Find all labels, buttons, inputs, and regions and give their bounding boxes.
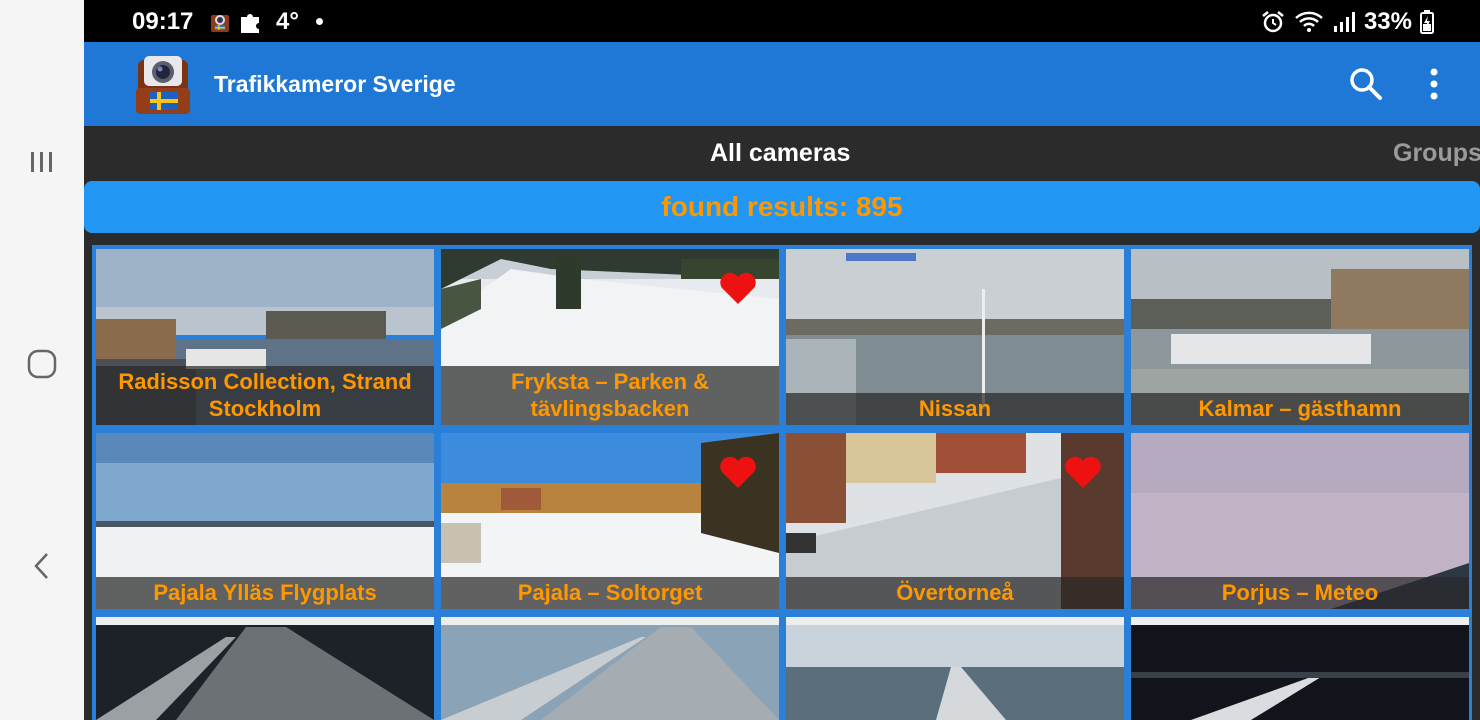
camera-tile[interactable]: Pajala Ylläs Flygplats [96, 433, 434, 609]
favorite-heart-icon[interactable] [719, 455, 757, 489]
wifi-icon [1295, 11, 1323, 32]
system-navigation-bar [0, 0, 84, 720]
camera-thumbnail [441, 617, 779, 720]
camera-tile[interactable]: Nissan [786, 249, 1124, 425]
puzzle-icon [241, 14, 259, 33]
camera-name: Kalmar – gästhamn [1131, 393, 1469, 425]
camera-name: Pajala – Soltorget [441, 577, 779, 609]
favorite-heart-icon[interactable] [719, 271, 757, 305]
camera-tile[interactable]: Fryksta – Parken & tävlingsbacken [441, 249, 779, 425]
camera-tile[interactable] [1131, 617, 1469, 720]
search-icon[interactable] [1348, 66, 1384, 102]
camera-grid: Radisson Collection, Strand Stockholm Fr… [92, 245, 1472, 720]
tab-all-cameras[interactable]: All cameras [710, 139, 850, 168]
camera-tile[interactable] [96, 617, 434, 720]
back-icon[interactable] [22, 546, 62, 586]
camera-tile[interactable]: Porjus – Meteo [1131, 433, 1469, 609]
app-bar: Trafikkameror Sverige [84, 42, 1480, 126]
camera-tile[interactable]: Övertorneå [786, 433, 1124, 609]
app-window: 09:17 4° 33% Trafikkameror Sverige All c… [84, 0, 1480, 720]
camera-thumbnail [96, 617, 434, 720]
app-notification-icon [211, 15, 229, 32]
favorite-heart-icon[interactable] [1064, 455, 1102, 489]
alarm-icon [1262, 11, 1284, 33]
battery-percent: 33% [1363, 8, 1412, 35]
camera-tile[interactable]: Radisson Collection, Strand Stockholm [96, 249, 434, 425]
notification-dot [316, 18, 323, 25]
camera-tile[interactable]: Kalmar – gästhamn [1131, 249, 1469, 425]
more-vert-icon[interactable] [1424, 66, 1444, 102]
battery-icon [1420, 10, 1434, 34]
camera-name: Radisson Collection, Strand Stockholm [96, 366, 434, 425]
camera-tile[interactable] [441, 617, 779, 720]
results-count: found results: 895 [661, 191, 903, 222]
camera-name: Övertorneå [786, 577, 1124, 609]
camera-name: Pajala Ylläs Flygplats [96, 577, 434, 609]
signal-icon [1333, 12, 1355, 32]
camera-name: Porjus – Meteo [1131, 577, 1469, 609]
results-bar: found results: 895 [84, 181, 1480, 233]
recents-icon[interactable] [22, 142, 62, 182]
camera-tile[interactable]: Pajala – Soltorget [441, 433, 779, 609]
app-logo-icon [136, 56, 190, 114]
app-title: Trafikkameror Sverige [214, 71, 456, 97]
camera-tile[interactable] [786, 617, 1124, 720]
status-time: 09:17 [132, 8, 194, 35]
tab-bar: All cameras Groups [84, 126, 1480, 180]
camera-thumbnail [786, 617, 1124, 720]
status-temperature: 4° [276, 8, 299, 35]
tab-groups[interactable]: Groups [1393, 139, 1480, 168]
camera-thumbnail [1131, 617, 1469, 720]
home-icon[interactable] [22, 344, 62, 384]
camera-name: Nissan [786, 393, 1124, 425]
status-bar: 09:17 4° 33% [84, 0, 1480, 42]
camera-name: Fryksta – Parken & tävlingsbacken [441, 366, 779, 425]
